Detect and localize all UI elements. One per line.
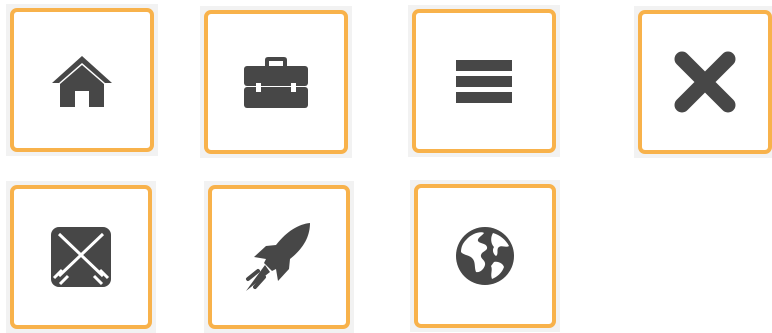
close-icon bbox=[674, 51, 736, 113]
tile-rocket bbox=[204, 181, 354, 333]
briefcase-icon bbox=[244, 57, 308, 108]
tile-home bbox=[6, 4, 158, 156]
menu-icon bbox=[456, 60, 512, 103]
tile-menu bbox=[408, 5, 560, 157]
home-button[interactable] bbox=[10, 8, 154, 152]
globe-icon bbox=[456, 227, 514, 285]
rocket-icon bbox=[246, 223, 310, 291]
globe-button[interactable] bbox=[414, 184, 556, 328]
close-button[interactable] bbox=[638, 10, 772, 154]
rocket-button[interactable] bbox=[208, 185, 350, 329]
tile-globe bbox=[410, 180, 560, 332]
briefcase-button[interactable] bbox=[204, 10, 348, 154]
crossed-swords-button[interactable] bbox=[10, 185, 152, 329]
crossed-swords-icon bbox=[51, 227, 111, 287]
icon-grid-page: { "colors": { "tile_border": "#f8b24b", … bbox=[0, 0, 772, 333]
tile-briefcase bbox=[200, 6, 352, 158]
tile-crossed-swords bbox=[6, 181, 156, 333]
tile-close bbox=[634, 6, 772, 158]
home-icon bbox=[52, 56, 112, 107]
menu-button[interactable] bbox=[412, 9, 556, 153]
